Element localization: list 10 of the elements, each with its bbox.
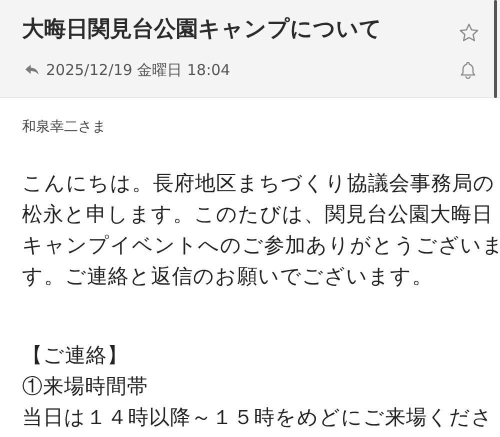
bell-icon[interactable] — [458, 60, 478, 80]
email-date: 2025/12/19 金曜日 18:04 — [46, 60, 230, 80]
greeting-text: 和泉幸二さま — [22, 118, 107, 136]
item-text: 当日は１４時以降～１５時をめどにご来場くださ — [22, 404, 494, 431]
body-paragraph: こんにちは。長府地区まちづくり協議会事務局の 松永と申します。このたびは、関見台公園大晦日 キャンプイベントへのご参加ありがとうございま す。ご連絡と返信のお願いでございます。 — [22, 170, 500, 290]
scrollbar[interactable] — [494, 0, 497, 98]
item-heading: ①来場時間帯 — [22, 373, 149, 400]
star-icon[interactable] — [458, 22, 480, 44]
section-heading: 【ご連絡】 — [22, 342, 129, 369]
email-subject: 大晦日関見台公園キャンプについて — [22, 16, 382, 44]
